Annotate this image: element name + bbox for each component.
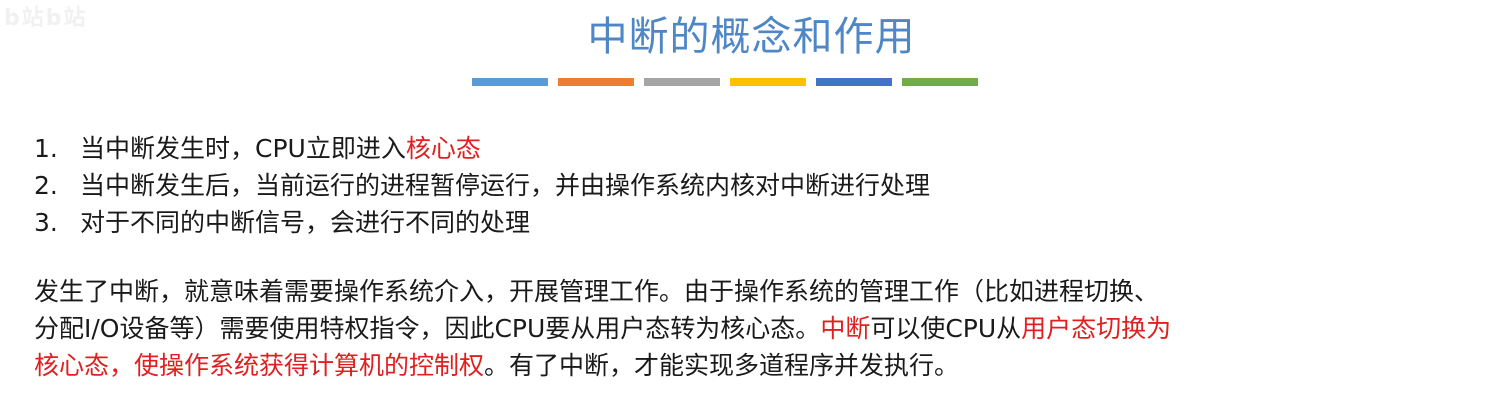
list-highlight: 核心态 xyxy=(405,134,481,163)
paragraph-text: 。有了中断，才能实现多道程序并发执行。 xyxy=(484,351,960,380)
paragraph-text: 可以使CPU从 xyxy=(870,314,1022,343)
list-text: 对于不同的中断信号，会进行不同的处理 xyxy=(80,208,531,237)
color-divider xyxy=(472,78,978,86)
divider-segment xyxy=(644,78,720,86)
paragraph-highlight: 中断 xyxy=(820,314,871,343)
list-item: 3. 对于不同的中断信号，会进行不同的处理 xyxy=(34,204,930,241)
paragraph-line: 核心态，使操作系统获得计算机的控制权。有了中断，才能实现多道程序并发执行。 xyxy=(34,347,1474,384)
list-text: 当中断发生时，CPU立即进入 xyxy=(80,134,406,163)
list-item: 2. 当中断发生后，当前运行的进程暂停运行，并由操作系统内核对中断进行处理 xyxy=(34,167,930,204)
paragraph-text: 分配I/O设备等）需要使用特权指令，因此CPU要从用户态转为核心态。 xyxy=(34,314,821,343)
divider-segment xyxy=(472,78,548,86)
numbered-list: 1. 当中断发生时，CPU立即进入核心态 2. 当中断发生后，当前运行的进程暂停… xyxy=(34,130,930,241)
paragraph-highlight: 核心态，使操作系统获得计算机的控制权 xyxy=(34,351,485,380)
page-title: 中断的概念和作用 xyxy=(587,14,916,60)
list-number: 1. xyxy=(34,134,58,163)
paragraph-line: 分配I/O设备等）需要使用特权指令，因此CPU要从用户态转为核心态。中断可以使C… xyxy=(34,310,1474,347)
paragraph-line: 发生了中断，就意味着需要操作系统介入，开展管理工作。由于操作系统的管理工作（比如… xyxy=(34,277,1160,306)
list-text: 当中断发生后，当前运行的进程暂停运行，并由操作系统内核对中断进行处理 xyxy=(80,171,931,200)
divider-segment xyxy=(558,78,634,86)
list-item: 1. 当中断发生时，CPU立即进入核心态 xyxy=(34,130,930,167)
list-number: 2. xyxy=(34,171,58,200)
divider-segment xyxy=(902,78,978,86)
divider-segment xyxy=(730,78,806,86)
list-number: 3. xyxy=(34,208,58,237)
summary-paragraph: 发生了中断，就意味着需要操作系统介入，开展管理工作。由于操作系统的管理工作（比如… xyxy=(34,273,1474,384)
divider-segment xyxy=(816,78,892,86)
paragraph-highlight: 用户态切换为 xyxy=(1021,314,1172,343)
